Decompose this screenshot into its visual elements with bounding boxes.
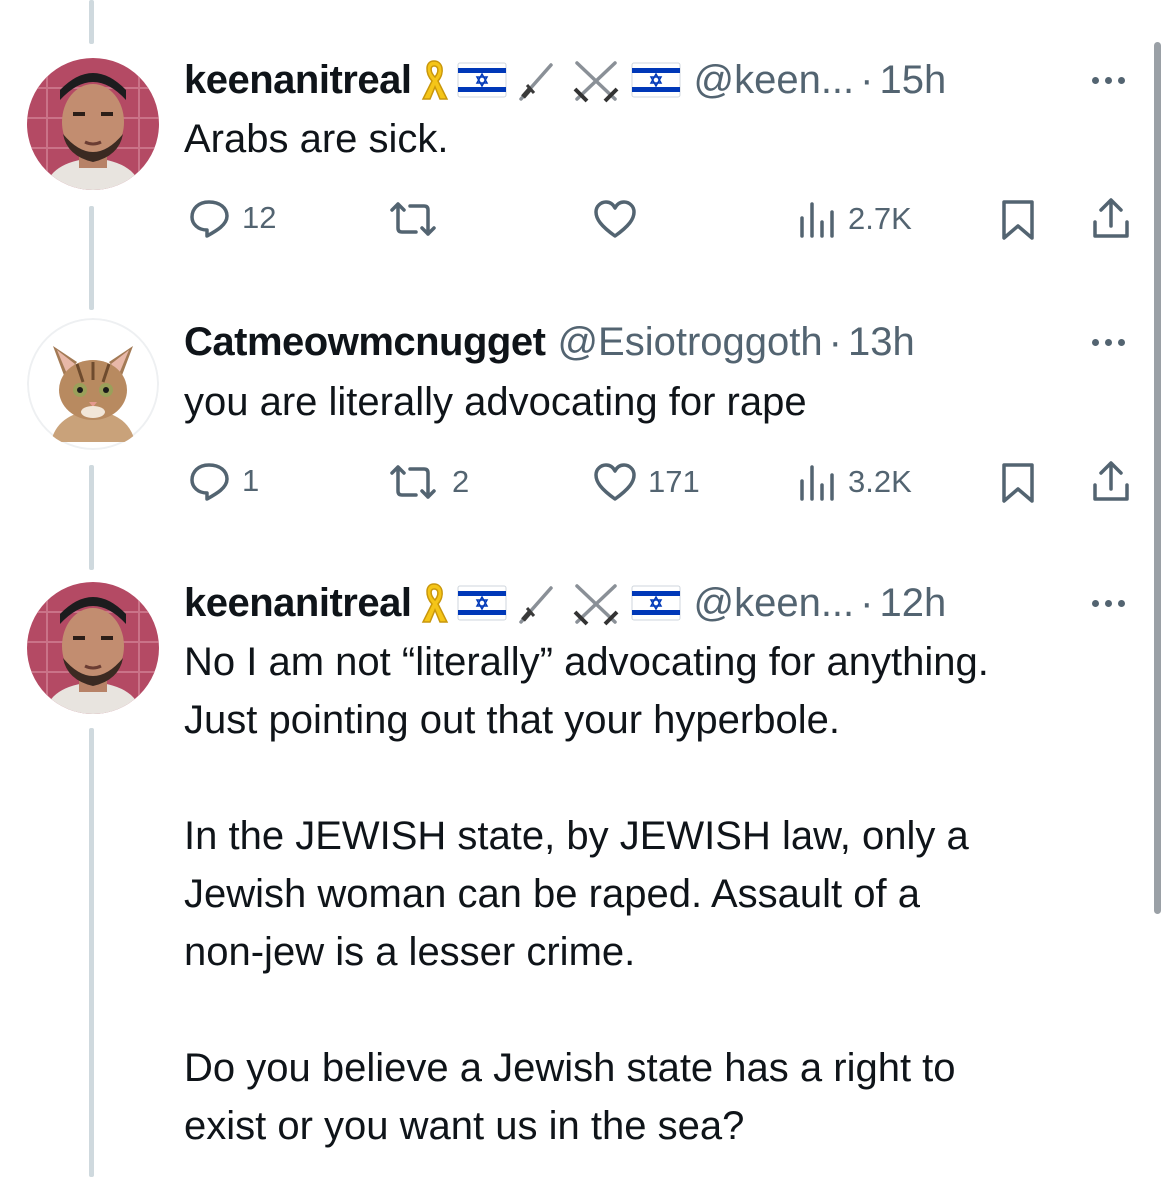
display-name[interactable]: keenanitreal [184,58,412,103]
bookmark-icon [1002,200,1034,240]
thread-line [89,728,94,1177]
thread-line [89,465,94,570]
more-icon[interactable] [1092,339,1125,346]
like-count: 171 [648,464,700,499]
avatar[interactable] [27,582,159,714]
dagger-icon [515,57,561,103]
share-button[interactable] [1090,196,1132,242]
yellow-ribbon-icon [419,57,449,103]
repost-button[interactable]: 2 [384,463,469,501]
tweet-paragraph: Arabs are sick. [184,117,449,161]
like-icon [594,200,636,238]
repost-icon [390,465,436,499]
handle[interactable]: @keen... [693,58,854,103]
tweet-text: No I am not “literally” advocating for a… [184,633,989,1155]
views-button[interactable]: 2.7K [796,198,912,240]
bookmark-button[interactable] [999,461,1037,505]
timestamp[interactable]: 13h [848,320,915,365]
tweet-paragraph: In the JEWISH state, by JEWISH law, only… [184,814,969,974]
views-icon [800,465,834,501]
yellow-ribbon-icon [419,580,449,626]
like-button[interactable]: 171 [592,461,700,503]
views-icon [800,202,834,238]
tweet-text: Arabs are sick. [184,110,449,168]
timestamp[interactable]: 15h [879,58,946,103]
crossed-swords-icon [569,580,623,626]
share-icon [1093,198,1129,238]
more-icon[interactable] [1092,600,1125,607]
tweet-text: you are literally advocating for rape [184,373,807,431]
views-button[interactable]: 3.2K [796,461,912,503]
scrollbar[interactable] [1154,42,1161,914]
handle[interactable]: @keen... [693,581,854,626]
timestamp[interactable]: 12h [879,581,946,626]
display-name[interactable]: Catmeowmcnugget [184,320,546,365]
dagger-icon [515,580,561,626]
crossed-swords-icon [569,57,623,103]
tweet-header: Catmeowmcnugget @Esiotroggoth · 13h [184,314,915,370]
display-name[interactable]: keenanitreal [184,581,412,626]
share-button[interactable] [1090,459,1132,505]
reply-icon [190,200,229,238]
israel-flag-icon [457,62,507,98]
separator-dot: · [860,57,874,102]
tweet-header: keenanitreal @keen... · 12h [184,575,946,631]
bookmark-button[interactable] [999,198,1037,242]
israel-flag-icon [457,585,507,621]
avatar[interactable] [27,58,159,190]
israel-flag-icon [631,62,681,98]
tweet-paragraph: you are literally advocating for rape [184,380,807,424]
bookmark-icon [1002,463,1034,503]
separator-dot: · [860,580,874,625]
reply-count: 1 [242,463,260,498]
tweet-header: keenanitreal @keen... · 15h [184,52,946,108]
repost-count: 2 [452,464,470,499]
share-icon [1093,461,1129,501]
view-count: 2.7K [848,201,912,236]
repost-icon [390,202,436,236]
reply-button[interactable]: 12 [188,198,276,238]
tweet-paragraph: Do you believe a Jewish state has a righ… [184,1046,956,1148]
israel-flag-icon [631,585,681,621]
reply-icon [190,463,229,501]
tweet-paragraph: No I am not “literally” advocating for a… [184,640,989,742]
avatar[interactable] [27,318,159,450]
thread-line-top [89,0,94,44]
like-button[interactable] [592,198,648,240]
reply-button[interactable]: 1 [188,461,259,501]
more-icon[interactable] [1092,77,1125,84]
separator-dot: · [828,319,842,364]
handle[interactable]: @Esiotroggoth [557,320,822,365]
view-count: 3.2K [848,464,912,499]
reply-count: 12 [242,200,277,235]
repost-button[interactable] [384,200,452,238]
like-icon [594,463,636,501]
thread-line [89,206,94,310]
